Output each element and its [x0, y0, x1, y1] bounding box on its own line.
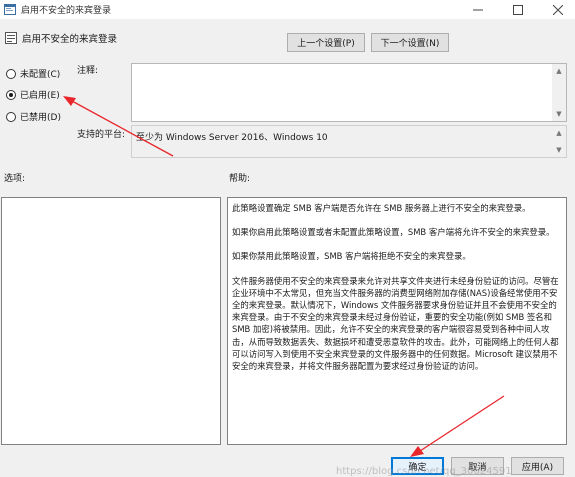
radio-disabled[interactable]: 已禁用(D): [6, 110, 61, 123]
supported-platforms-field: 至少为 Windows Server 2016、Windows 10 ▲ ▼: [131, 125, 567, 158]
help-panel: 此策略设置确定 SMB 客户端是否允许在 SMB 服务器上进行不安全的来宾登录。…: [227, 197, 567, 445]
options-label: 选项:: [4, 174, 26, 184]
help-paragraph: 文件服务器使用不安全的来宾登录来允许对共享文件夹进行未经身份验证的访问。尽管在企…: [232, 275, 559, 372]
help-text: 此策略设置确定 SMB 客户端是否允许在 SMB 服务器上进行不安全的来宾登录。…: [232, 202, 560, 384]
supported-scrollbar[interactable]: ▲ ▼: [552, 126, 566, 157]
options-panel: [1, 197, 221, 445]
title-bar: 启用不安全的来宾登录: [0, 0, 575, 19]
setting-icon: [5, 32, 17, 44]
comment-label: 注释:: [77, 66, 99, 76]
supported-platforms-value: 至少为 Windows Server 2016、Windows 10: [136, 133, 328, 143]
close-button[interactable]: [544, 0, 572, 19]
window-title: 启用不安全的来宾登录: [21, 6, 112, 16]
previous-setting-button[interactable]: 上一个设置(P): [287, 33, 365, 52]
next-setting-button[interactable]: 下一个设置(N): [371, 33, 449, 52]
scroll-down-icon[interactable]: ▼: [552, 143, 566, 157]
maximize-button[interactable]: [504, 0, 532, 19]
scroll-up-icon[interactable]: ▲: [552, 64, 566, 78]
radio-not-configured[interactable]: 未配置(C): [6, 67, 60, 80]
supported-platforms-label: 支持的平台:: [77, 130, 126, 140]
policy-dialog: 启用不安全的来宾登录 上一个设置(P) 下一个设置(N) 未配置(C) 已启用(…: [0, 19, 575, 477]
minimize-icon: [473, 9, 483, 10]
radio-label: 已启用(E): [20, 91, 60, 101]
minimize-button[interactable]: [464, 0, 492, 19]
radio-circle: [6, 68, 16, 79]
comment-scrollbar[interactable]: ▲ ▼: [552, 64, 566, 121]
watermark: https://blog.csdn.net/qq_30624591: [336, 466, 512, 477]
comment-textarea[interactable]: ▲ ▼: [131, 63, 567, 122]
maximize-icon: [513, 4, 523, 15]
radio-circle: [6, 111, 16, 122]
scroll-up-icon[interactable]: ▲: [552, 126, 566, 140]
radio-label: 已禁用(D): [20, 113, 61, 123]
radio-circle-checked: [6, 89, 16, 100]
help-paragraph: 如果你禁用此策略设置，SMB 客户端将拒绝不安全的来宾登录。: [232, 251, 471, 262]
help-paragraph: 如果你启用此策略设置或者未配置此策略设置，SMB 客户端将允许不安全的来宾登录。: [232, 227, 555, 238]
policy-title: 启用不安全的来宾登录: [22, 34, 118, 45]
close-icon: [553, 4, 563, 15]
radio-label: 未配置(C): [20, 70, 61, 80]
scroll-down-icon[interactable]: ▼: [552, 107, 566, 121]
policy-window-icon: [4, 4, 16, 15]
radio-enabled[interactable]: 已启用(E): [6, 88, 60, 101]
apply-button[interactable]: 应用(A): [511, 457, 564, 475]
help-label: 帮助:: [229, 174, 251, 184]
help-paragraph: 此策略设置确定 SMB 客户端是否允许在 SMB 服务器上进行不安全的来宾登录。: [232, 203, 531, 213]
